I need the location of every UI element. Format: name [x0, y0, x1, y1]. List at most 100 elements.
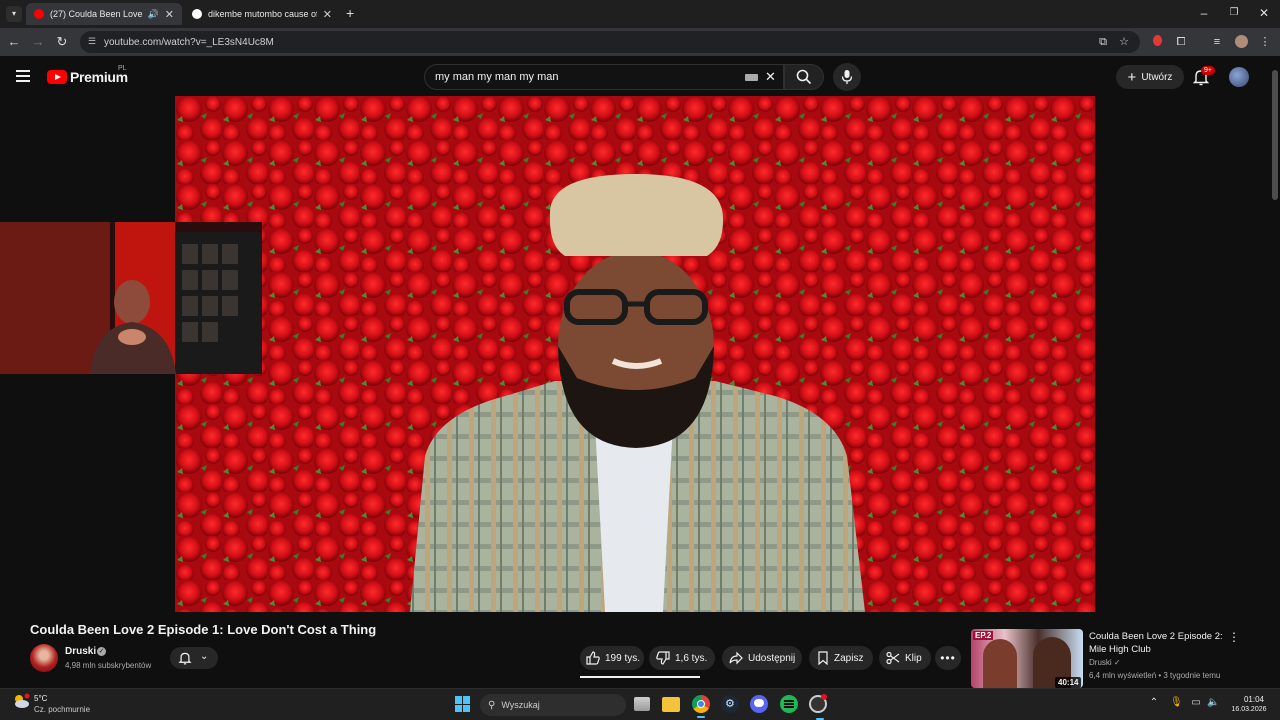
related-channel-name[interactable]: Druski ✓ — [1089, 658, 1121, 667]
file-explorer-icon[interactable] — [662, 697, 680, 712]
bookmark-star-icon[interactable]: ☆ — [1117, 35, 1131, 49]
related-video-meta: 6,4 mln wyświetleń • 3 tygodnie temu — [1089, 671, 1221, 680]
reload-icon[interactable]: ↻ — [54, 34, 70, 50]
extensions-puzzle-icon[interactable]: ⧠ — [1174, 35, 1188, 49]
create-button[interactable]: + Utwórz — [1116, 65, 1184, 89]
network-icon[interactable]: ▭ — [1190, 697, 1202, 708]
discord-icon[interactable] — [750, 695, 768, 713]
browser-toolbar: ← → ↻ ☰ youtube.com/watch?v=_LE3sN4Uc8M … — [0, 28, 1280, 56]
weather-cloudy-icon[interactable] — [12, 693, 30, 709]
plus-icon: + — [1127, 68, 1137, 86]
youtube-play-icon — [47, 70, 67, 84]
tab-title: (27) Coulda Been Love 2 Ep — [50, 9, 144, 19]
chrome-icon[interactable] — [692, 695, 710, 718]
verified-check-icon: ✓ — [97, 647, 106, 656]
discord-glyph — [754, 699, 764, 707]
logo-region: PL — [118, 65, 127, 72]
thumbnail-badge: EP.2 — [973, 631, 994, 640]
spotify-glyph — [784, 700, 794, 702]
volume-icon[interactable]: 🔈 — [1207, 697, 1219, 708]
youtube-favicon-icon — [34, 9, 44, 19]
share-button[interactable]: Udostępnij — [722, 646, 802, 670]
weather-description[interactable]: Cz. pochmurnie — [34, 705, 90, 714]
search-input[interactable]: my man my man my man ✕ — [424, 64, 784, 90]
media-control-icon[interactable]: ≡ — [1210, 35, 1224, 49]
tab-video[interactable]: (27) Coulda Been Love 2 Ep 🔊 ✕ — [26, 3, 182, 25]
taskbar-search-input[interactable]: ⚲ Wyszukaj — [480, 694, 626, 716]
subscriber-count: 4,98 mln subskrybentów — [65, 661, 152, 670]
video-title: Coulda Been Love 2 Episode 1: Love Don't… — [30, 622, 377, 637]
keyboard-icon[interactable] — [745, 74, 758, 81]
search-icon: ⚲ — [488, 699, 496, 711]
weather-temperature[interactable]: 5°C — [34, 694, 47, 703]
spotify-icon[interactable] — [780, 695, 798, 713]
duration-badge: 40:14 — [1055, 677, 1082, 688]
tab-search[interactable]: dikembe mutombo cause of de ✕ — [184, 3, 340, 25]
tab-title: dikembe mutombo cause of de — [208, 9, 317, 19]
profile-avatar-icon[interactable] — [1234, 35, 1248, 49]
clip-label: Klip — [905, 652, 922, 664]
youtube-premium-logo[interactable]: Premium PL — [47, 65, 128, 85]
close-tab-icon[interactable]: ✕ — [165, 8, 174, 21]
back-icon[interactable]: ← — [6, 34, 22, 49]
taskbar-search-placeholder: Wyszukaj — [501, 700, 540, 710]
address-bar[interactable]: ☰ youtube.com/watch?v=_LE3sN4Uc8M — [80, 31, 1140, 53]
dislike-button[interactable]: 1,6 tys. — [649, 646, 715, 670]
kebab-menu-icon[interactable]: ⋮ — [1228, 630, 1240, 644]
scrollbar-thumb[interactable] — [1272, 70, 1278, 200]
thumbs-down-icon — [656, 651, 670, 665]
related-video-title[interactable]: Coulda Been Love 2 Episode 2: Mile High … — [1089, 630, 1225, 656]
google-favicon-icon — [192, 9, 202, 19]
restore-icon[interactable]: ❐ — [1224, 7, 1244, 18]
chevron-down-icon: ⌄ — [200, 651, 209, 662]
webcam-frame — [0, 222, 262, 374]
channel-avatar[interactable] — [30, 644, 58, 672]
speaker-icon[interactable]: 🔊 — [148, 9, 159, 20]
page-scrollbar[interactable] — [1270, 62, 1280, 684]
search-icon — [796, 69, 812, 85]
youtube-masthead: Premium PL my man my man my man ✕ + Utwó… — [0, 56, 1280, 96]
close-tab-icon[interactable]: ✕ — [323, 8, 332, 21]
channel-name[interactable]: Druski — [65, 646, 96, 657]
new-tab-button[interactable]: + — [346, 5, 354, 21]
save-label: Zapisz — [834, 652, 864, 664]
more-actions-button[interactable]: ••• — [935, 646, 961, 670]
clock-date[interactable]: 16.03.2026 — [1226, 706, 1272, 713]
steam-icon[interactable]: ⚙ — [721, 695, 739, 713]
extension-red-icon[interactable] — [1150, 35, 1164, 49]
notification-badge: 9+ — [1201, 66, 1215, 75]
search-button[interactable] — [784, 64, 824, 90]
url-text: youtube.com/watch?v=_LE3sN4Uc8M — [104, 36, 274, 48]
clear-search-icon[interactable]: ✕ — [765, 69, 776, 85]
video-player[interactable] — [175, 96, 1095, 612]
forward-icon[interactable]: → — [30, 34, 46, 49]
hamburger-menu-icon[interactable] — [16, 70, 30, 82]
recording-app-icon[interactable] — [809, 694, 827, 720]
site-info-icon[interactable]: ☰ — [88, 36, 96, 47]
like-button[interactable]: 199 tys. — [580, 646, 644, 670]
tab-search-button[interactable]: ▾ — [6, 6, 22, 22]
like-count: 199 tys. — [605, 652, 641, 664]
clock-time[interactable]: 01:04 — [1236, 695, 1272, 704]
browser-menu-icon[interactable]: ⋮ — [1258, 35, 1272, 49]
account-avatar[interactable] — [1229, 67, 1249, 87]
voice-search-button[interactable] — [833, 63, 861, 91]
windows-start-icon[interactable] — [455, 696, 471, 712]
verified-check-icon: ✓ — [1113, 658, 1121, 667]
minimize-icon[interactable]: – — [1194, 6, 1214, 20]
recording-dot — [821, 694, 827, 700]
save-button[interactable]: Zapisz — [809, 646, 873, 670]
microphone-tray-icon[interactable]: 🎙 — [1170, 697, 1183, 708]
related-channel-label: Druski — [1089, 658, 1112, 667]
notification-subscribe-button[interactable]: ⌄ — [170, 647, 218, 669]
tray-expand-icon[interactable]: ⌃ — [1148, 697, 1160, 708]
steam-glyph: ⚙ — [725, 698, 735, 710]
bell-icon — [178, 652, 192, 665]
task-view-icon[interactable] — [634, 697, 650, 711]
scissors-icon — [886, 651, 900, 665]
search-query: my man my man my man — [435, 71, 559, 83]
video-frame — [175, 96, 1095, 612]
clip-button[interactable]: Klip — [879, 646, 931, 670]
close-window-icon[interactable]: ✕ — [1254, 6, 1274, 20]
install-app-icon[interactable]: ⧉ — [1096, 35, 1110, 49]
